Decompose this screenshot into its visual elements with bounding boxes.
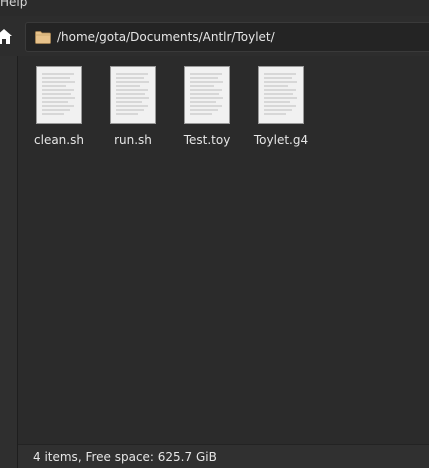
file-item-toylet-g4[interactable]: Toylet.g4 [246, 64, 316, 150]
text-file-icon [184, 66, 230, 124]
file-name: run.sh [114, 133, 152, 147]
home-button[interactable] [0, 24, 14, 48]
file-name: clean.sh [34, 133, 84, 147]
file-view[interactable]: clean.sh run.sh Test.toy Toylet.g4 [18, 56, 429, 444]
menu-bar: Help [0, 0, 429, 16]
text-file-icon [110, 66, 156, 124]
file-name: Toylet.g4 [253, 133, 309, 147]
folder-icon [35, 31, 51, 44]
status-text: 4 items, Free space: 625.7 GiB [33, 450, 217, 464]
toolbar: /home/gota/Documents/Antlr/Toylet/ [0, 16, 429, 56]
text-file-icon [258, 66, 304, 124]
home-icon [0, 29, 12, 44]
file-item-clean-sh[interactable]: clean.sh [24, 64, 94, 150]
text-file-icon [36, 66, 82, 124]
file-name: Test.toy [183, 133, 231, 147]
status-bar: 4 items, Free space: 625.7 GiB [18, 444, 429, 468]
current-path: /home/gota/Documents/Antlr/Toylet/ [57, 30, 275, 44]
file-item-run-sh[interactable]: run.sh [98, 64, 168, 150]
menu-help[interactable]: Help [0, 0, 27, 10]
sidebar[interactable] [0, 56, 18, 468]
file-manager-window: Help /home/gota/Documents/Antlr/Toylet/ [0, 0, 429, 468]
file-item-test-toy[interactable]: Test.toy [172, 64, 242, 150]
location-bar[interactable]: /home/gota/Documents/Antlr/Toylet/ [25, 22, 429, 52]
